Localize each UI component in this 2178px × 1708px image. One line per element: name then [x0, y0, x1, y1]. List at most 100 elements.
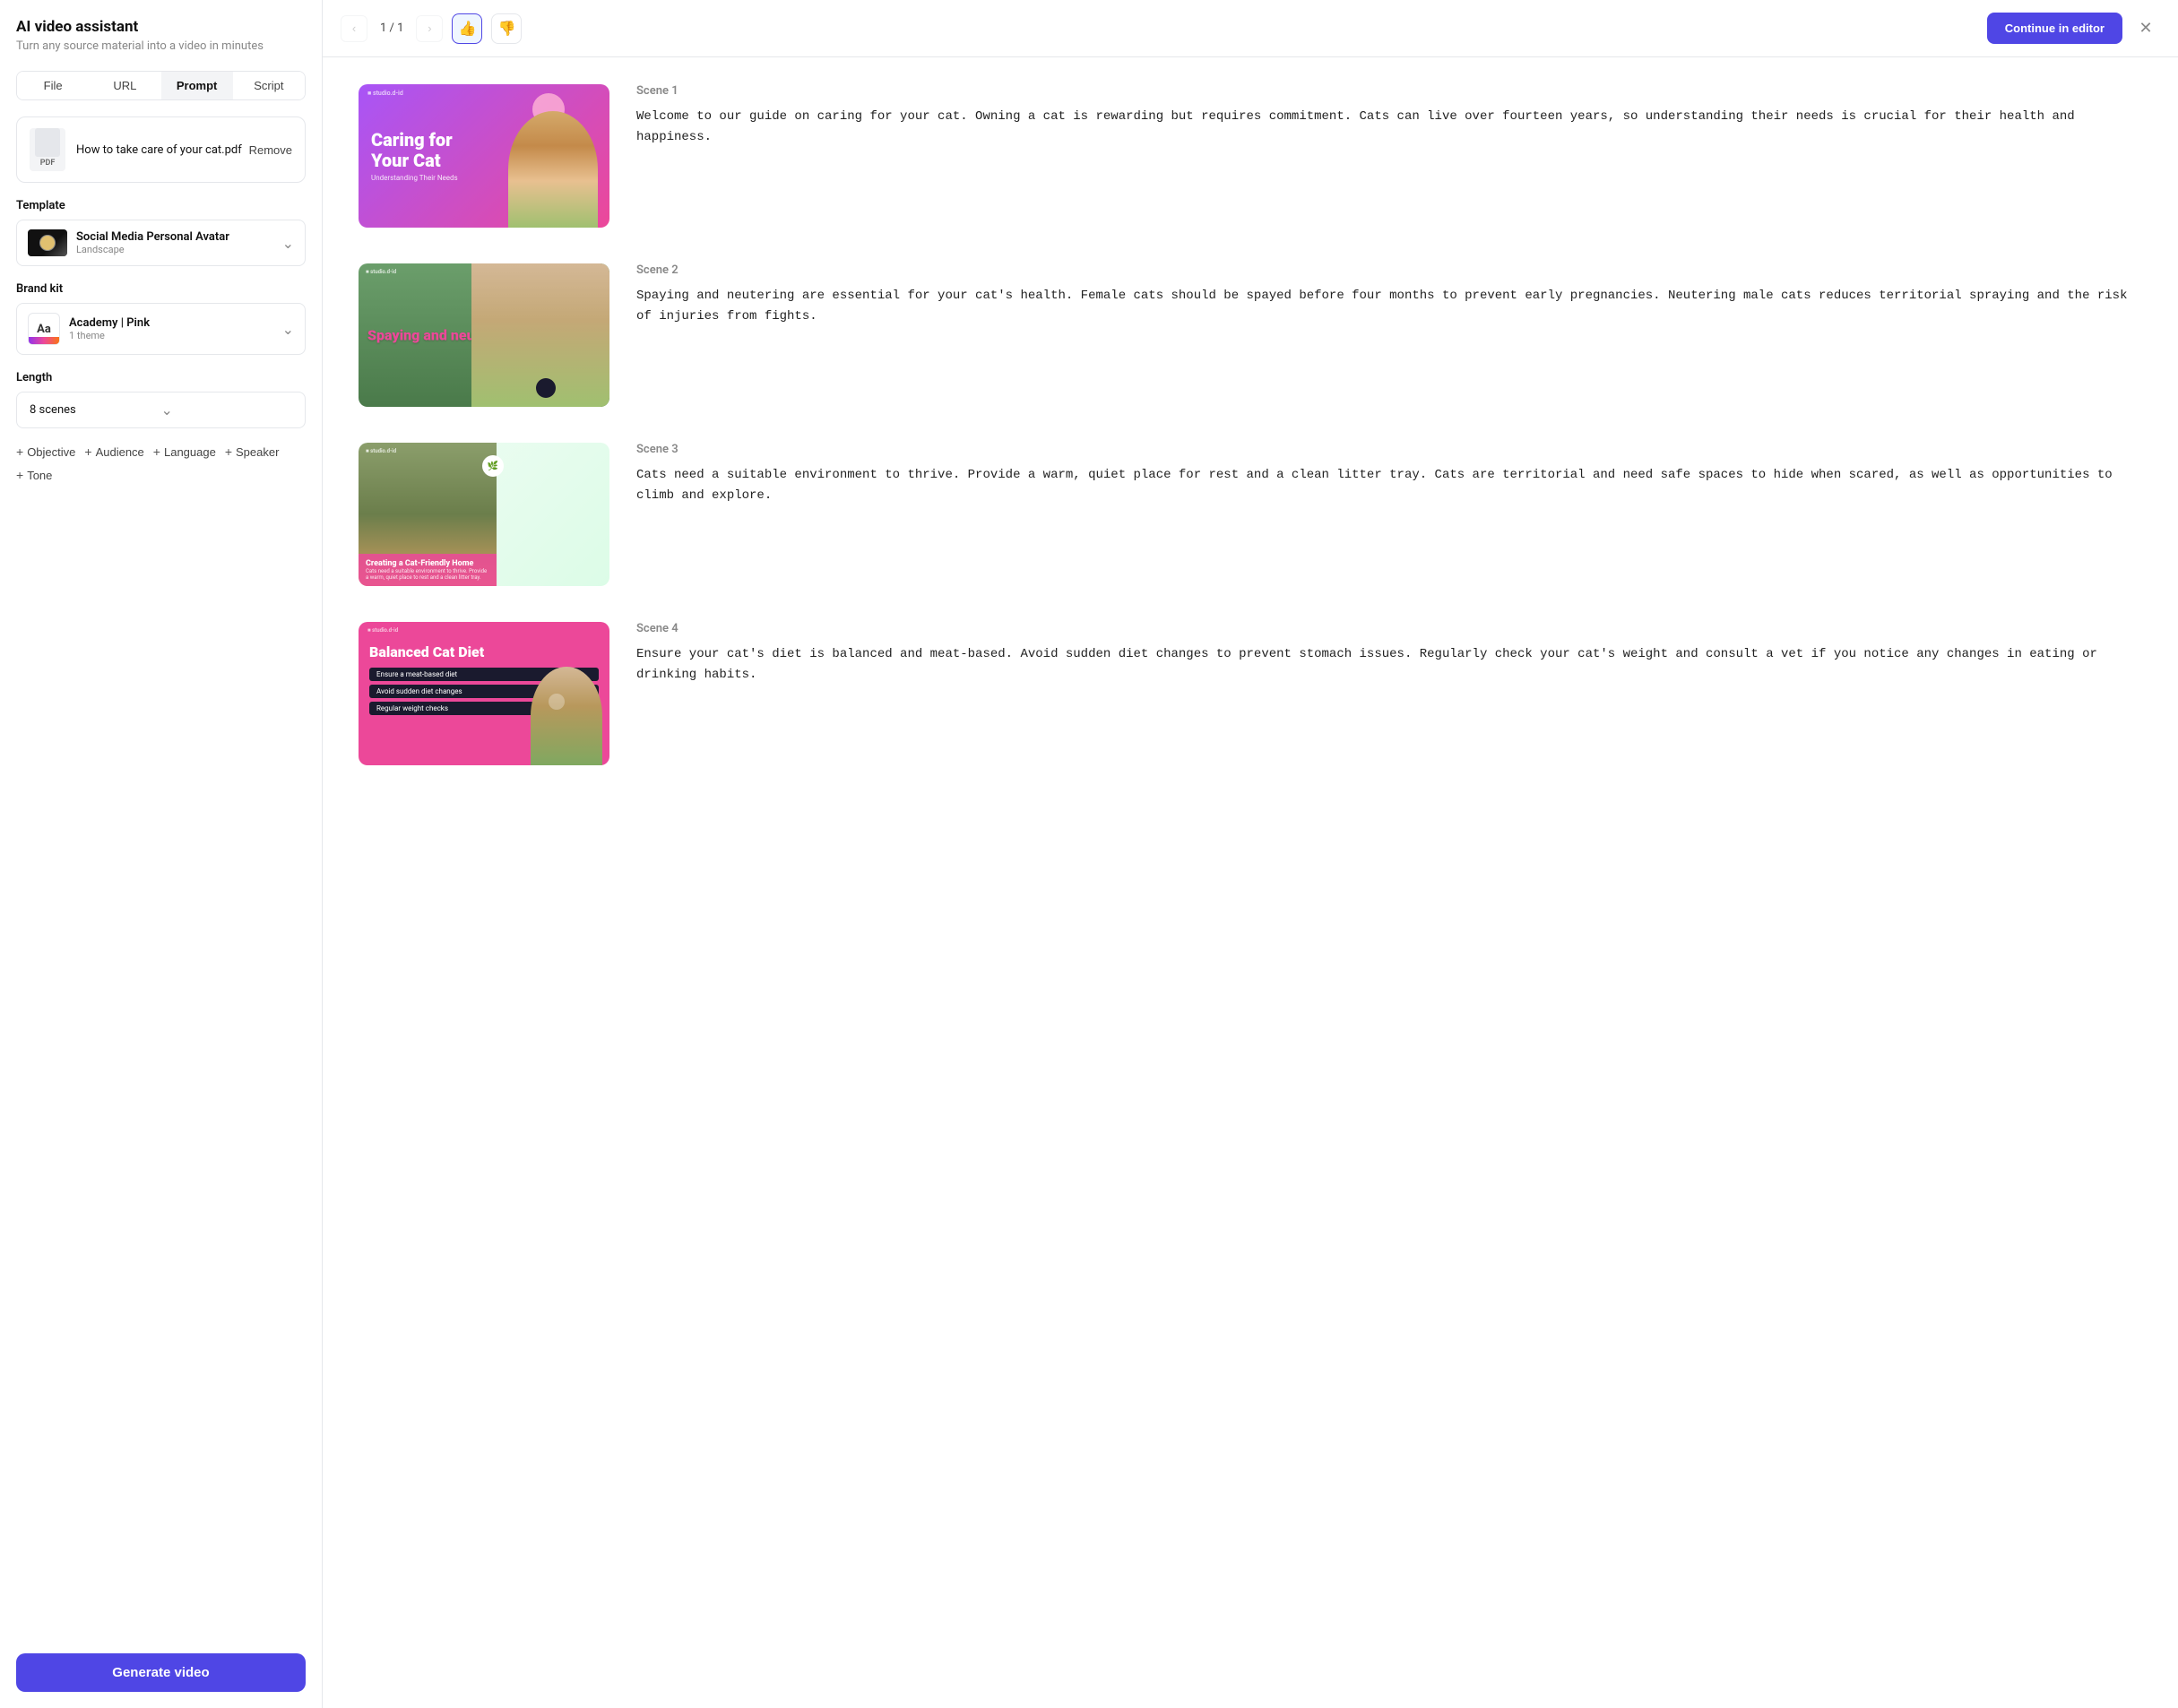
template-section-label: Template [16, 199, 306, 212]
generate-video-button[interactable]: Generate video [16, 1653, 306, 1692]
scene-4-title: Balanced Cat Diet [369, 643, 599, 660]
tab-file[interactable]: File [17, 72, 89, 99]
scene-3-overlay-body: Cats need a suitable environment to thri… [366, 568, 489, 581]
language-button[interactable]: + Language [153, 444, 216, 459]
speaker-label: Speaker [236, 445, 279, 459]
sidebar-title: AI video assistant [16, 18, 306, 36]
language-label: Language [164, 445, 216, 459]
scene-3-cat-area: ■ studio.d-id 🌿 Creating a Cat-Friendly … [359, 443, 497, 586]
objective-label: Objective [27, 445, 75, 459]
scene-1-thumbnail: ■ studio.d-id Caring forYour Cat Underst… [359, 84, 609, 228]
scene-4-avatar [531, 667, 602, 765]
scene-2-circle [536, 378, 556, 398]
extra-options: + Objective + Audience + Language + Spea… [16, 444, 306, 482]
plus-icon-language: + [153, 444, 160, 459]
prev-page-button[interactable]: ‹ [341, 15, 367, 42]
top-bar: ‹ 1 / 1 › 👍 👎 Continue in editor ✕ [323, 0, 2178, 57]
tab-url[interactable]: URL [89, 72, 160, 99]
scene-1-title: Caring forYour Cat [371, 130, 458, 171]
scene-row-1: ■ studio.d-id Caring forYour Cat Underst… [359, 84, 2142, 228]
brand-kit-section-label: Brand kit [16, 282, 306, 296]
objective-button[interactable]: + Objective [16, 444, 75, 459]
scene-1-text-block: Caring forYour Cat Understanding Their N… [371, 130, 458, 182]
scene-1-content: Scene 1 Welcome to our guide on caring f… [636, 84, 2142, 148]
page-indicator: 1 / 1 [380, 22, 403, 35]
template-selector[interactable]: Social Media Personal Avatar Landscape ⌄ [16, 220, 306, 266]
brand-color-swatch [29, 337, 59, 344]
tab-script[interactable]: Script [233, 72, 305, 99]
thumbs-up-button[interactable]: 👍 [452, 13, 482, 44]
length-chevron-icon: ⌄ [161, 401, 293, 418]
scene-4-thumbnail: ■ studio.d-id Balanced Cat Diet Ensure a… [359, 622, 609, 765]
scene-3-logo: ■ studio.d-id [366, 448, 396, 454]
sidebar: AI video assistant Turn any source mater… [0, 0, 323, 1708]
scene-row-2: ■ studio.d-id Spaying and neutering are … [359, 263, 2142, 407]
template-name: Social Media Personal Avatar [76, 230, 282, 244]
remove-file-button[interactable]: Remove [249, 143, 292, 157]
scene-3-overlay: Creating a Cat-Friendly Home Cats need a… [359, 554, 497, 586]
file-type-label: PDF [40, 159, 56, 168]
sidebar-subtitle: Turn any source material into a video in… [16, 39, 306, 53]
scene-3-label: Scene 3 [636, 443, 2142, 456]
brand-chevron-icon: ⌄ [282, 321, 294, 338]
template-thumb-inner [28, 229, 67, 256]
audience-label: Audience [96, 445, 144, 459]
scene-4-circle [549, 694, 565, 710]
scene-row-4: ■ studio.d-id Balanced Cat Diet Ensure a… [359, 622, 2142, 765]
brand-kit-selector[interactable]: Aa Academy | Pink 1 theme ⌄ [16, 303, 306, 355]
scene-2-text: Spaying and neutering are essential for … [636, 286, 2142, 327]
scene-3-thumbnail: ■ studio.d-id 🌿 Creating a Cat-Friendly … [359, 443, 609, 586]
tab-prompt[interactable]: Prompt [161, 72, 233, 99]
scene-2-label: Scene 2 [636, 263, 2142, 277]
scene-3-content: Scene 3 Cats need a suitable environment… [636, 443, 2142, 506]
scene-4-logo: ■ studio.d-id [367, 627, 398, 634]
next-page-button[interactable]: › [416, 15, 443, 42]
scene-3-bg: ■ studio.d-id 🌿 Creating a Cat-Friendly … [359, 443, 609, 586]
scene-4-text: Ensure your cat's diet is balanced and m… [636, 644, 2142, 686]
scene-4-content: Scene 4 Ensure your cat's diet is balanc… [636, 622, 2142, 686]
close-button[interactable]: ✕ [2131, 14, 2160, 43]
length-section-label: Length [16, 371, 306, 384]
template-chevron-icon: ⌄ [282, 235, 294, 252]
brand-name: Academy | Pink [69, 316, 282, 330]
plus-icon-audience: + [84, 444, 91, 459]
template-thumbnail [28, 229, 67, 256]
scene-4-label: Scene 4 [636, 622, 2142, 635]
plus-icon-objective: + [16, 444, 23, 459]
brand-aa-icon: Aa [28, 313, 60, 345]
length-selector[interactable]: 8 scenes ⌄ [16, 392, 306, 428]
template-avatar-preview [39, 235, 56, 251]
scene-1-avatar-img [508, 111, 598, 228]
tone-label: Tone [27, 469, 52, 482]
scene-1-avatar [504, 84, 602, 228]
scene-4-bg: ■ studio.d-id Balanced Cat Diet Ensure a… [359, 622, 609, 765]
brand-theme-count: 1 theme [69, 330, 282, 341]
file-item: PDF How to take care of your cat.pdf Rem… [16, 116, 306, 183]
thumbs-down-button[interactable]: 👎 [491, 13, 522, 44]
audience-button[interactable]: + Audience [84, 444, 143, 459]
scene-1-text: Welcome to our guide on caring for your … [636, 107, 2142, 148]
page-current: 1 [380, 22, 386, 35]
scene-3-text: Cats need a suitable environment to thri… [636, 465, 2142, 506]
template-info: Social Media Personal Avatar Landscape [76, 230, 282, 255]
scene-3-overlay-title: Creating a Cat-Friendly Home [366, 559, 489, 568]
template-orientation: Landscape [76, 244, 282, 255]
main-content: ‹ 1 / 1 › 👍 👎 Continue in editor ✕ ■ stu… [323, 0, 2178, 1708]
scene-1-label: Scene 1 [636, 84, 2142, 98]
scene-2-thumbnail: ■ studio.d-id Spaying and neutering are … [359, 263, 609, 407]
file-name: How to take care of your cat.pdf [76, 143, 249, 157]
tone-button[interactable]: + Tone [16, 468, 52, 482]
file-icon: PDF [30, 128, 65, 171]
brand-info: Academy | Pink 1 theme [69, 316, 282, 341]
scenes-area: ■ studio.d-id Caring forYour Cat Underst… [323, 57, 2178, 1708]
continue-in-editor-button[interactable]: Continue in editor [1987, 13, 2122, 44]
scene-1-bg: ■ studio.d-id Caring forYour Cat Underst… [359, 84, 609, 228]
plus-icon-tone: + [16, 468, 23, 482]
scene-1-subtitle: Understanding Their Needs [371, 174, 458, 182]
scene-2-logo: ■ studio.d-id [366, 269, 396, 275]
page-total: 1 [397, 22, 403, 35]
scene-3-circle: 🌿 [482, 455, 504, 477]
plus-icon-speaker: + [225, 444, 232, 459]
speaker-button[interactable]: + Speaker [225, 444, 280, 459]
scene-2-content: Scene 2 Spaying and neutering are essent… [636, 263, 2142, 327]
